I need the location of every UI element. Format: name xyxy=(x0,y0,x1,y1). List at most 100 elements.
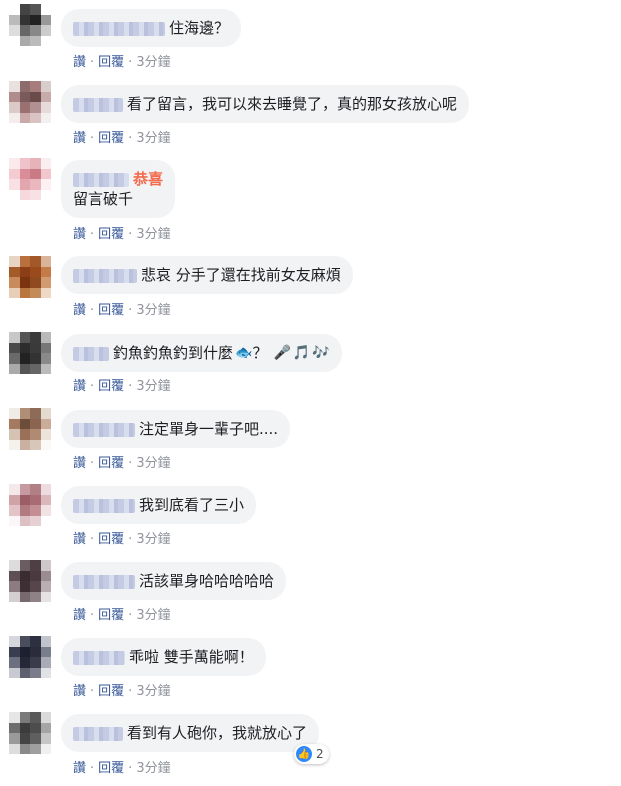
separator: · xyxy=(128,684,133,699)
separator: · xyxy=(90,608,95,623)
commenter-name[interactable] xyxy=(73,172,129,187)
timestamp[interactable]: 3分鐘 xyxy=(136,608,170,623)
avatar[interactable] xyxy=(9,712,51,754)
separator: · xyxy=(128,379,133,394)
separator: · xyxy=(90,227,95,242)
commenter-name[interactable] xyxy=(73,422,135,437)
timestamp[interactable]: 3分鐘 xyxy=(136,379,170,394)
separator: · xyxy=(90,379,95,394)
comment-bubble: 活該單身哈哈哈哈哈 xyxy=(61,562,287,600)
commenter-name[interactable] xyxy=(73,21,165,36)
separator: · xyxy=(128,456,133,471)
comment-bubble: 乖啦 雙手萬能啊！ xyxy=(61,638,266,676)
separator: · xyxy=(90,131,95,146)
reply-link[interactable]: 回覆 xyxy=(98,55,124,70)
like-link[interactable]: 讚 xyxy=(73,761,86,776)
separator: · xyxy=(90,532,95,547)
comment-actions: 讚 · 回覆 · 3分鐘 xyxy=(73,223,171,242)
comment-text: 注定單身一輩子吧.... xyxy=(139,420,279,438)
reply-link[interactable]: 回覆 xyxy=(98,532,124,547)
comment-actions: 讚 · 回覆 · 3分鐘 xyxy=(73,757,171,776)
avatar[interactable] xyxy=(9,636,51,678)
like-link[interactable]: 讚 xyxy=(73,379,86,394)
avatar[interactable] xyxy=(9,4,51,46)
comment-text: 我到底看了三小 xyxy=(139,496,245,514)
timestamp[interactable]: 3分鐘 xyxy=(136,532,170,547)
comment-text: 留言破千 xyxy=(73,190,134,208)
separator: · xyxy=(128,608,133,623)
music-notes-emoji-icon: 🎶 xyxy=(312,345,330,361)
comment-text: 住海邊？ xyxy=(169,19,230,37)
reply-link[interactable]: 回覆 xyxy=(98,684,124,699)
avatar[interactable] xyxy=(9,256,51,298)
reply-link[interactable]: 回覆 xyxy=(98,761,124,776)
reply-link[interactable]: 回覆 xyxy=(98,456,124,471)
comment-bubble: 悲哀 分手了還在找前女友麻煩 xyxy=(61,256,353,294)
timestamp[interactable]: 3分鐘 xyxy=(136,456,170,471)
fish-emoji-icon: 🐟 xyxy=(235,345,253,361)
like-link[interactable]: 讚 xyxy=(73,227,86,242)
commenter-name[interactable] xyxy=(73,97,123,112)
comment-actions: 讚 · 回覆 · 3分鐘 xyxy=(73,604,171,623)
comment-actions: 讚 · 回覆 · 3分鐘 xyxy=(73,51,171,70)
separator: · xyxy=(128,55,133,70)
comment-bubble: 看到有人砲你，我就放心了 xyxy=(61,714,320,752)
comment-actions: 讚 · 回覆 · 3分鐘 xyxy=(73,452,171,471)
like-link[interactable]: 讚 xyxy=(73,684,86,699)
avatar[interactable] xyxy=(9,484,51,526)
reaction-count[interactable]: 👍 2 xyxy=(294,744,329,764)
like-link[interactable]: 讚 xyxy=(73,55,86,70)
reply-link[interactable]: 回覆 xyxy=(98,227,124,242)
separator: · xyxy=(128,761,133,776)
comment-bubble: 我到底看了三小 xyxy=(61,486,257,524)
like-link[interactable]: 讚 xyxy=(73,456,86,471)
comment-bubble: 釣魚釣魚釣到什麼 🐟 ？ 🎤 🎵 🎶 xyxy=(61,334,342,372)
comment-bubble: 住海邊？ xyxy=(61,9,242,47)
comment-bubble: 注定單身一輩子吧.... xyxy=(61,410,291,448)
comment-actions: 讚 · 回覆 · 3分鐘 xyxy=(73,127,171,146)
commenter-name-text[interactable]: 恭喜 xyxy=(133,170,163,189)
avatar[interactable] xyxy=(9,158,51,200)
timestamp[interactable]: 3分鐘 xyxy=(136,303,170,318)
commenter-name[interactable] xyxy=(73,650,125,665)
like-link[interactable]: 讚 xyxy=(73,532,86,547)
timestamp[interactable]: 3分鐘 xyxy=(136,684,170,699)
comment-text: 看到有人砲你，我就放心了 xyxy=(127,724,308,742)
commenter-name[interactable] xyxy=(73,498,135,513)
reply-link[interactable]: 回覆 xyxy=(98,131,124,146)
comment-text: 悲哀 分手了還在找前女友麻煩 xyxy=(141,266,341,284)
separator: · xyxy=(128,131,133,146)
comment-actions: 讚 · 回覆 · 3分鐘 xyxy=(73,680,171,699)
comment-text: 釣魚釣魚釣到什麼 xyxy=(113,344,234,362)
avatar[interactable] xyxy=(9,81,51,123)
comment-text-suffix: ？ xyxy=(252,344,268,362)
timestamp[interactable]: 3分鐘 xyxy=(136,761,170,776)
thumbs-up-icon: 👍 xyxy=(296,746,312,762)
reply-link[interactable]: 回覆 xyxy=(98,608,124,623)
like-link[interactable]: 讚 xyxy=(73,131,86,146)
like-link[interactable]: 讚 xyxy=(73,303,86,318)
commenter-name[interactable] xyxy=(73,726,123,741)
separator: · xyxy=(90,303,95,318)
separator: · xyxy=(90,55,95,70)
reply-link[interactable]: 回覆 xyxy=(98,379,124,394)
avatar[interactable] xyxy=(9,560,51,602)
reaction-count-number: 2 xyxy=(316,747,324,761)
commenter-name[interactable] xyxy=(73,346,109,361)
commenter-name[interactable] xyxy=(73,574,135,589)
commenter-name[interactable] xyxy=(73,268,137,283)
avatar[interactable] xyxy=(9,332,51,374)
avatar[interactable] xyxy=(9,408,51,450)
like-link[interactable]: 讚 xyxy=(73,608,86,623)
timestamp[interactable]: 3分鐘 xyxy=(136,55,170,70)
timestamp[interactable]: 3分鐘 xyxy=(136,131,170,146)
comment-text: 看了留言，我可以來去睡覺了，真的那女孩放心呢 xyxy=(127,95,458,113)
reply-link[interactable]: 回覆 xyxy=(98,303,124,318)
separator: · xyxy=(90,761,95,776)
comment-actions: 讚 · 回覆 · 3分鐘 xyxy=(73,528,171,547)
comment-actions: 讚 · 回覆 · 3分鐘 xyxy=(73,375,171,394)
timestamp[interactable]: 3分鐘 xyxy=(136,227,170,242)
separator: · xyxy=(128,303,133,318)
comment-actions: 讚 · 回覆 · 3分鐘 xyxy=(73,299,171,318)
separator: · xyxy=(90,456,95,471)
